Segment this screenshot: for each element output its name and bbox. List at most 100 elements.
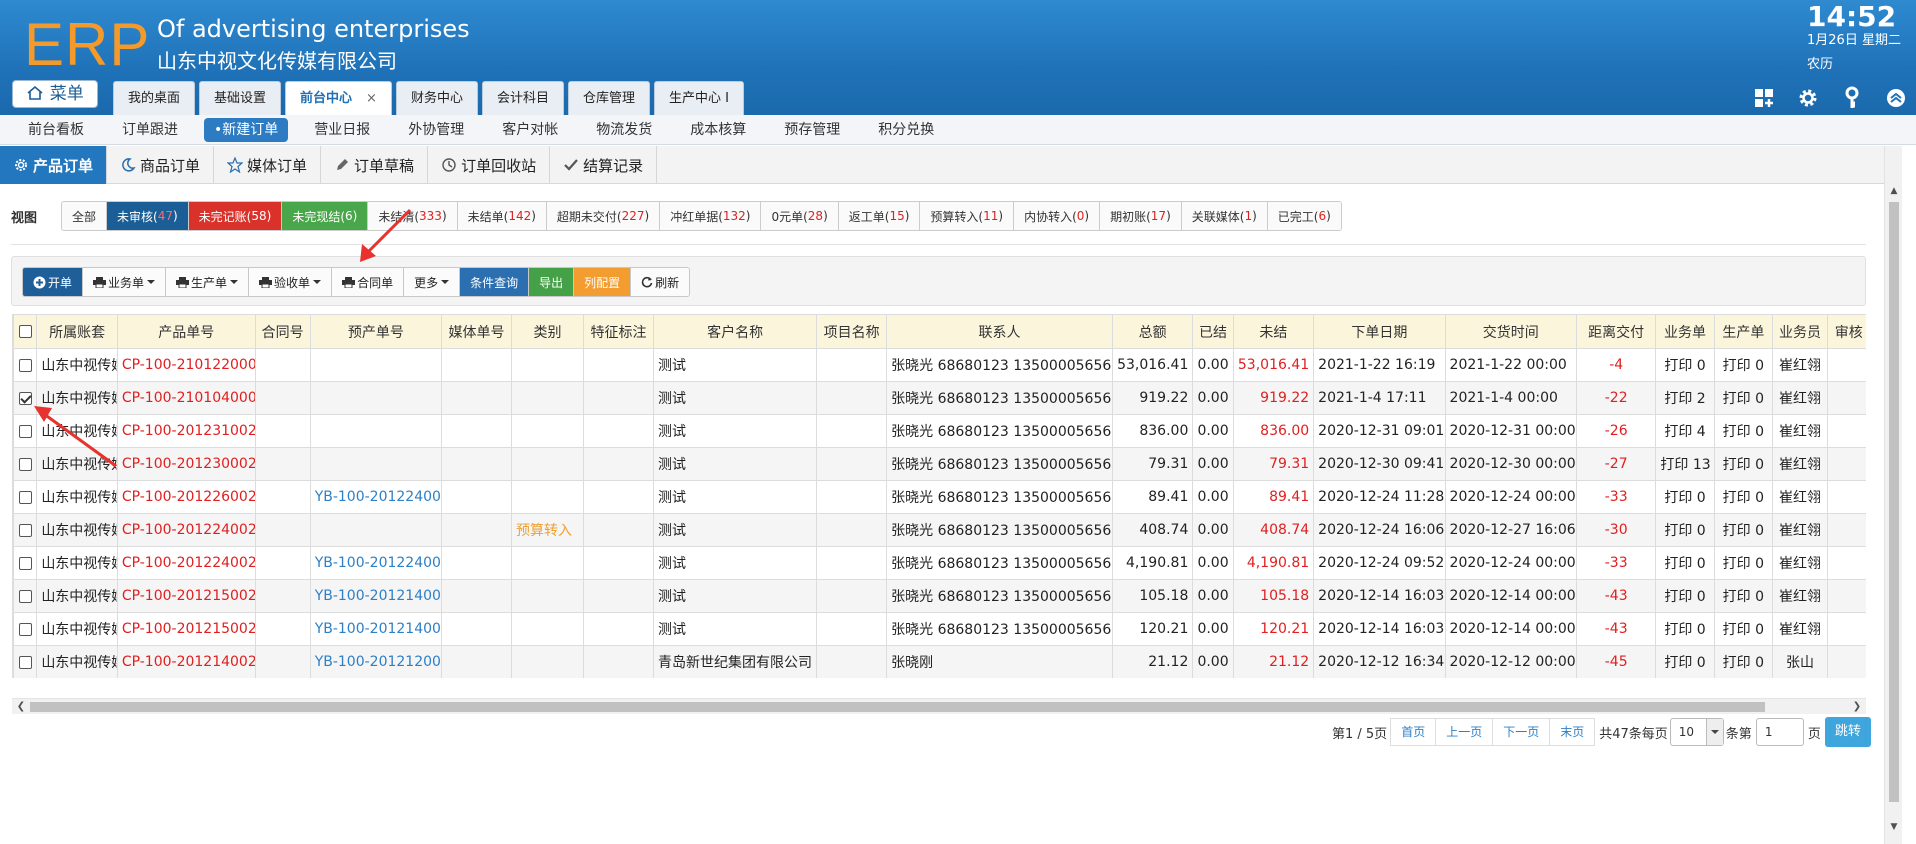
- column-header[interactable]: 总额: [1111, 314, 1194, 349]
- column-header[interactable]: 审核: [1827, 314, 1866, 349]
- production-order-dropdown[interactable]: 生产单: [166, 268, 250, 296]
- contract-order-button[interactable]: 合同单: [332, 268, 405, 296]
- column-header[interactable]: 未结: [1232, 314, 1315, 349]
- tab-goods-orders[interactable]: 商品订单: [107, 146, 215, 184]
- cell-pre-no[interactable]: YB-100-20121200001: [309, 645, 443, 678]
- business-order-dropdown[interactable]: 业务单: [83, 268, 167, 296]
- key-icon[interactable]: [1840, 86, 1864, 110]
- dashboard-icon[interactable]: [1752, 86, 1776, 110]
- vertical-scrollbar[interactable]: ▲ ▼: [1884, 146, 1902, 844]
- nav-prepaid[interactable]: 预存管理: [772, 118, 852, 142]
- refresh-button[interactable]: 刷新: [631, 268, 690, 296]
- cell-biz-print[interactable]: 打印 4: [1655, 414, 1715, 448]
- nav-cost-accounting[interactable]: 成本核算: [678, 118, 758, 142]
- nav-new-order[interactable]: •新建订单: [204, 117, 289, 142]
- cell-prod-print[interactable]: 打印 0: [1713, 645, 1773, 678]
- cell-product-no[interactable]: CP-100-21012200006: [116, 348, 256, 382]
- tab-front-center[interactable]: 前台中心 ×: [285, 81, 392, 115]
- table-row[interactable]: 山东中视传媒CP-100-20122600211 YB-100-201224000…: [13, 480, 1866, 514]
- cell-biz-print[interactable]: 打印 13: [1655, 447, 1715, 481]
- column-header[interactable]: 距离交付: [1575, 314, 1657, 349]
- cell-product-no[interactable]: CP-100-20121500203: [116, 579, 256, 613]
- row-checkbox[interactable]: [18, 589, 32, 603]
- view-filter[interactable]: 已完工(6): [1267, 202, 1341, 230]
- row-checkbox[interactable]: [18, 457, 32, 471]
- row-checkbox[interactable]: [18, 490, 32, 504]
- tab-finance-center[interactable]: 财务中心: [395, 81, 478, 115]
- cell-prod-print[interactable]: 打印 0: [1713, 381, 1773, 415]
- prev-page-button[interactable]: 上一页: [1435, 718, 1494, 746]
- open-order-button[interactable]: 开单: [23, 268, 84, 296]
- view-filter[interactable]: 关联媒体(1): [1181, 202, 1268, 230]
- condition-query-button[interactable]: 条件查询: [460, 268, 530, 296]
- column-header[interactable]: 业务员: [1771, 314, 1829, 349]
- nav-outsourcing[interactable]: 外协管理: [396, 118, 476, 142]
- column-header[interactable]: 生产单: [1713, 314, 1773, 349]
- column-header[interactable]: 业务单: [1655, 314, 1715, 349]
- cell-biz-print[interactable]: 打印 0: [1655, 645, 1715, 678]
- column-header[interactable]: 类别: [511, 314, 585, 349]
- menu-button[interactable]: 菜单: [12, 80, 98, 108]
- nav-logistics[interactable]: 物流发货: [584, 118, 664, 142]
- cell-prod-print[interactable]: 打印 0: [1713, 513, 1773, 547]
- tab-media-orders[interactable]: 媒体订单: [214, 146, 322, 184]
- view-filter[interactable]: 未结清(333): [368, 202, 458, 230]
- cell-pre-no[interactable]: YB-100-20122400016: [309, 480, 443, 514]
- view-filter[interactable]: 预算转入(11): [920, 202, 1015, 230]
- cell-biz-print[interactable]: 打印 0: [1655, 513, 1715, 547]
- table-row[interactable]: 山东中视传媒CP-100-21012200006 测试 张晓光 68680123 1…: [13, 348, 1866, 382]
- tab-settlement-records[interactable]: 结算记录: [550, 146, 658, 184]
- cell-prod-print[interactable]: 打印 0: [1713, 414, 1773, 448]
- tab-basic-settings[interactable]: 基础设置: [199, 81, 282, 115]
- page-number-input[interactable]: 1: [1755, 718, 1804, 746]
- cell-prod-print[interactable]: 打印 0: [1713, 546, 1773, 580]
- cell-product-no[interactable]: CP-100-20122400204: [116, 546, 256, 580]
- scroll-up-icon[interactable]: ▲: [1888, 186, 1900, 196]
- view-filter[interactable]: 返工单(15): [838, 202, 921, 230]
- row-checkbox[interactable]: [18, 622, 32, 636]
- view-filter[interactable]: 内协转入(0): [1014, 202, 1101, 230]
- row-checkbox[interactable]: [18, 391, 32, 405]
- row-checkbox[interactable]: [18, 655, 32, 669]
- table-row[interactable]: 山东中视传媒CP-100-20122400206 预算转入 测试 张晓光 686801…: [13, 513, 1866, 547]
- column-header[interactable]: 联系人: [886, 314, 1113, 349]
- cell-pre-no[interactable]: YB-100-20122400015: [309, 546, 443, 580]
- view-filter[interactable]: 超期未交付(227): [546, 202, 661, 230]
- next-page-button[interactable]: 下一页: [1492, 718, 1551, 746]
- table-row[interactable]: 山东中视传媒CP-100-20123000213 测试 张晓光 68680123 1…: [13, 447, 1866, 481]
- acceptance-order-dropdown[interactable]: 验收单: [249, 268, 333, 296]
- cell-pre-no[interactable]: [309, 513, 443, 547]
- view-filter[interactable]: 全部: [62, 202, 108, 230]
- vertical-scroll-thumb[interactable]: [1889, 202, 1899, 802]
- tab-production-center[interactable]: 生产中心 I: [654, 81, 744, 115]
- view-filter[interactable]: 未审核(47): [107, 202, 189, 230]
- cell-product-no[interactable]: CP-100-20122400206: [116, 513, 256, 547]
- page-size-select[interactable]: 10: [1669, 718, 1724, 746]
- close-tab-icon[interactable]: ×: [366, 91, 377, 106]
- cell-pre-no[interactable]: [309, 447, 443, 481]
- cell-biz-print[interactable]: 打印 0: [1655, 480, 1715, 514]
- cell-product-no[interactable]: CP-100-20122600211: [116, 480, 256, 514]
- select-all-checkbox[interactable]: [18, 325, 32, 338]
- cell-prod-print[interactable]: 打印 0: [1713, 579, 1773, 613]
- cell-pre-no[interactable]: [309, 414, 443, 448]
- column-header[interactable]: 下单日期: [1313, 314, 1446, 349]
- scroll-left-icon[interactable]: ❮: [14, 700, 28, 714]
- row-checkbox[interactable]: [18, 358, 32, 372]
- export-button[interactable]: 导出: [529, 268, 575, 296]
- collapse-up-icon[interactable]: [1884, 86, 1908, 110]
- horizontal-scroll-thumb[interactable]: [30, 702, 1765, 712]
- table-row[interactable]: 山东中视传媒CP-100-20121500203 YB-100-201214000…: [13, 579, 1866, 613]
- tab-order-recycle[interactable]: 订单回收站: [428, 146, 551, 184]
- horizontal-scrollbar[interactable]: ❮ ❯: [12, 698, 1866, 714]
- nav-order-followup[interactable]: 订单跟进: [110, 118, 190, 142]
- view-filter[interactable]: 冲红单据(132): [660, 202, 762, 230]
- view-filter[interactable]: 未结单(142): [457, 202, 547, 230]
- column-header[interactable]: 已结: [1192, 314, 1234, 349]
- column-config-button[interactable]: 列配置: [574, 268, 632, 296]
- nav-customer-reconcile[interactable]: 客户对帐: [490, 118, 570, 142]
- cell-biz-print[interactable]: 打印 0: [1655, 348, 1715, 382]
- cell-pre-no[interactable]: [309, 381, 443, 415]
- cell-prod-print[interactable]: 打印 0: [1713, 612, 1773, 646]
- column-header[interactable]: 交货时间: [1444, 314, 1577, 349]
